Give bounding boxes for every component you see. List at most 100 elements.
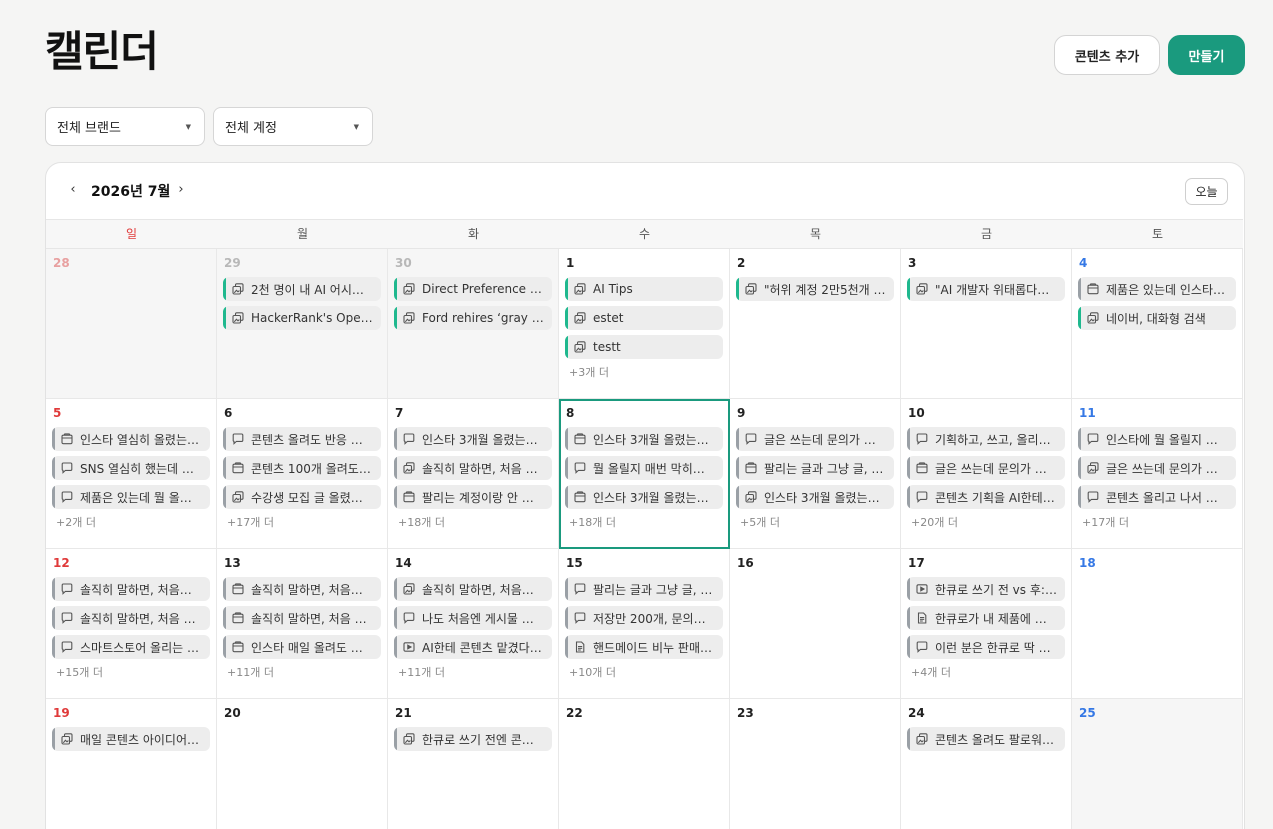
event-chip[interactable]: 글은 쓰는데 문의가 한 건도 bbox=[907, 456, 1065, 480]
next-month-button[interactable]: › bbox=[174, 182, 188, 197]
day-cell[interactable]: 19 매일 콘텐츠 아이디어가 없다면 bbox=[46, 699, 217, 829]
day-cell[interactable]: 9 글은 쓰는데 문의가 한 건도 팔리는 글과 그냥 글, 딱 하나 인스타 3개월… bbox=[730, 399, 901, 549]
day-cell[interactable]: 23 bbox=[730, 699, 901, 829]
account-filter-select[interactable]: 전체 계정 ▼ bbox=[213, 107, 373, 146]
event-chip[interactable]: 인스타에 뭘 올릴지 모를 때 bbox=[1078, 427, 1236, 451]
day-cell[interactable]: 1 AI Tips estet testt +3개 더 bbox=[559, 249, 730, 399]
event-chip[interactable]: 한큐로가 내 제품에 안 맞는다면 bbox=[907, 606, 1065, 630]
event-chip[interactable]: 제품은 있는데 뭘 올려야 할지 bbox=[52, 485, 210, 509]
event-chip[interactable]: 나도 처음엔 게시물 하나에 bbox=[394, 606, 552, 630]
event-chip[interactable]: AI한테 콘텐츠 맡겼다가 망한 bbox=[394, 635, 552, 659]
add-content-button[interactable]: 콘텐츠 추가 bbox=[1054, 35, 1160, 75]
event-title: 솔직히 말하면, 처음 6개월 bbox=[80, 611, 210, 626]
day-cell[interactable]: 6 콘텐츠 올려도 반응 없는 이유콘텐츠 100개 올려도 팔로워수강생 모집 … bbox=[217, 399, 388, 549]
day-cell[interactable]: 14 솔직히 말하면, 처음엔 저도 나도 처음엔 게시물 하나에 AI한테 콘텐츠 … bbox=[388, 549, 559, 699]
event-chip[interactable]: 글은 쓰는데 문의가 한 건도 bbox=[736, 427, 894, 451]
event-chip[interactable]: 네이버, 대화형 검색 bbox=[1078, 306, 1236, 330]
event-chip[interactable]: 이런 분은 한큐로 딱 맞습니다 bbox=[907, 635, 1065, 659]
event-chip[interactable]: 팔리는 글과 그냥 글, 딱 하나 bbox=[565, 577, 723, 601]
event-chip[interactable]: 콘텐츠 기획을 AI한테 맡겼더니 bbox=[907, 485, 1065, 509]
event-chip[interactable]: 글은 쓰는데 문의가 한 건도 bbox=[1078, 456, 1236, 480]
event-chip[interactable]: 한큐로 쓰기 전엔 콘텐츠 하나 bbox=[394, 727, 552, 751]
event-chip[interactable]: 솔직히 말하면, 처음 6개월 bbox=[52, 606, 210, 630]
more-events-link[interactable]: +17개 더 bbox=[223, 514, 381, 530]
event-chip[interactable]: 저장만 200개, 문의는 0개 bbox=[565, 606, 723, 630]
day-cell[interactable]: 15 팔리는 글과 그냥 글, 딱 하나 저장만 200개, 문의는 0개 핸드메이드… bbox=[559, 549, 730, 699]
event-chip[interactable]: 인스타 3개월 올렸는데 반응 bbox=[736, 485, 894, 509]
event-chip[interactable]: 2천 명이 내 AI 어시스턴트 bbox=[223, 277, 381, 301]
more-events-link[interactable]: +20개 더 bbox=[907, 514, 1065, 530]
event-chip[interactable]: 콘텐츠 올려도 팔로워가 안 bbox=[907, 727, 1065, 751]
event-chip[interactable]: 솔직히 말하면, 처음 6개월 bbox=[394, 456, 552, 480]
event-chip[interactable]: Direct Preference Optimization bbox=[394, 277, 552, 301]
more-events-link[interactable]: +17개 더 bbox=[1078, 514, 1236, 530]
more-events-link[interactable]: +11개 더 bbox=[394, 664, 552, 680]
create-button[interactable]: 만들기 bbox=[1168, 35, 1245, 75]
event-chip[interactable]: 매일 콘텐츠 아이디어가 없다면 bbox=[52, 727, 210, 751]
brand-filter-select[interactable]: 전체 브랜드 ▼ bbox=[45, 107, 205, 146]
event-chip[interactable]: 솔직히 말하면, 처음 6개월 bbox=[223, 606, 381, 630]
event-chip[interactable]: 제품은 있는데 인스타에 뭘 bbox=[1078, 277, 1236, 301]
event-chip[interactable]: 솔직히 말하면, 처음엔 저도 bbox=[52, 577, 210, 601]
day-cell[interactable]: 20 bbox=[217, 699, 388, 829]
event-chip[interactable]: SNS 열심히 했는데 매출이 bbox=[52, 456, 210, 480]
day-cell[interactable]: 5 인스타 열심히 올렸는데 반응 SNS 열심히 했는데 매출이 제품은 있는데 뭘… bbox=[46, 399, 217, 549]
event-chip[interactable]: 핸드메이드 비누 판매자의 bbox=[565, 635, 723, 659]
event-chip[interactable]: 콘텐츠 100개 올려도 팔로워 bbox=[223, 456, 381, 480]
day-cell[interactable]: 18 bbox=[1072, 549, 1243, 699]
event-chip[interactable]: 팔리는 글과 그냥 글, 딱 하나 bbox=[736, 456, 894, 480]
event-chip[interactable]: 인스타 열심히 올렸는데 반응 bbox=[52, 427, 210, 451]
prev-month-button[interactable]: ‹ bbox=[66, 182, 80, 197]
day-cell[interactable]: 11 인스타에 뭘 올릴지 모를 때 글은 쓰는데 문의가 한 건도 콘텐츠 올리고 … bbox=[1072, 399, 1243, 549]
event-chip[interactable]: testt bbox=[565, 335, 723, 359]
day-cell[interactable]: 2 "허위 계정 2만5천개 동원 bbox=[730, 249, 901, 399]
more-events-link[interactable]: +2개 더 bbox=[52, 514, 210, 530]
today-button[interactable]: 오늘 bbox=[1185, 178, 1228, 205]
day-cell[interactable]: 3 "AI 개발자 위태롭다더니 bbox=[901, 249, 1072, 399]
more-events-link[interactable]: +18개 더 bbox=[565, 514, 723, 530]
event-chip[interactable]: AI Tips bbox=[565, 277, 723, 301]
event-chip[interactable]: 스마트스토어 올리는 사장님 bbox=[52, 635, 210, 659]
event-chip[interactable]: "AI 개발자 위태롭다더니 bbox=[907, 277, 1065, 301]
more-events-link[interactable]: +5개 더 bbox=[736, 514, 894, 530]
day-cell-today[interactable]: 8 인스타 3개월 올렸는데 팔로워뭘 올릴지 매번 막히는 사람인스타 3개월 … bbox=[559, 399, 730, 549]
more-events-link[interactable]: +10개 더 bbox=[565, 664, 723, 680]
event-chip[interactable]: 뭘 올릴지 매번 막히는 사람 bbox=[565, 456, 723, 480]
event-chip[interactable]: 콘텐츠 올리고 나서 봐야 할 bbox=[1078, 485, 1236, 509]
day-cell[interactable]: 16 bbox=[730, 549, 901, 699]
event-chip[interactable]: 한큐로 쓰기 전 vs 후: 1주일 bbox=[907, 577, 1065, 601]
event-chip[interactable]: 솔직히 말하면, 처음엔 저도 bbox=[394, 577, 552, 601]
event-chip[interactable]: estet bbox=[565, 306, 723, 330]
day-cell[interactable]: 30 Direct Preference Optimization Ford reh… bbox=[388, 249, 559, 399]
day-cell[interactable]: 29 2천 명이 내 AI 어시스턴트 HackerRank's Open-sour… bbox=[217, 249, 388, 399]
more-events-link[interactable]: +11개 더 bbox=[223, 664, 381, 680]
day-cell[interactable]: 22 bbox=[559, 699, 730, 829]
event-chip[interactable]: 팔리는 계정이랑 안 팔리는 bbox=[394, 485, 552, 509]
more-events-link[interactable]: +4개 더 bbox=[907, 664, 1065, 680]
day-cell[interactable]: 25 bbox=[1072, 699, 1243, 829]
day-cell[interactable]: 10 기획하고, 쓰고, 올리고, 반복 글은 쓰는데 문의가 한 건도 콘텐츠 기획… bbox=[901, 399, 1072, 549]
day-cell[interactable]: 24 콘텐츠 올려도 팔로워가 안 bbox=[901, 699, 1072, 829]
event-chip[interactable]: 인스타 3개월 올렸는데 팔로워 bbox=[394, 427, 552, 451]
day-cell[interactable]: 28 bbox=[46, 249, 217, 399]
event-chip[interactable]: 수강생 모집 글 올렸는데 반응 bbox=[223, 485, 381, 509]
day-cell[interactable]: 21 한큐로 쓰기 전엔 콘텐츠 하나 bbox=[388, 699, 559, 829]
day-cell[interactable]: 17 한큐로 쓰기 전 vs 후: 1주일한큐로가 내 제품에 안 맞는다면이런 … bbox=[901, 549, 1072, 699]
more-events-link[interactable]: +15개 더 bbox=[52, 664, 210, 680]
event-title: 인스타 열심히 올렸는데 반응 bbox=[80, 432, 210, 447]
more-events-link[interactable]: +3개 더 bbox=[565, 364, 723, 380]
event-chip[interactable]: HackerRank's Open-source bbox=[223, 306, 381, 330]
event-chip[interactable]: 인스타 매일 올려도 팔리지 bbox=[223, 635, 381, 659]
event-chip[interactable]: "허위 계정 2만5천개 동원 bbox=[736, 277, 894, 301]
event-chip[interactable]: 인스타 3개월 올렸는데 반응 bbox=[565, 485, 723, 509]
event-chip[interactable]: 기획하고, 쓰고, 올리고, 반복 bbox=[907, 427, 1065, 451]
day-cell[interactable]: 4 제품은 있는데 인스타에 뭘 네이버, 대화형 검색 bbox=[1072, 249, 1243, 399]
event-chip[interactable]: 솔직히 말하면, 처음엔 저도 bbox=[223, 577, 381, 601]
event-chip[interactable]: 콘텐츠 올려도 반응 없는 이유 bbox=[223, 427, 381, 451]
day-cell[interactable]: 13 솔직히 말하면, 처음엔 저도 솔직히 말하면, 처음 6개월 인스타 매일 올… bbox=[217, 549, 388, 699]
event-chip[interactable]: 인스타 3개월 올렸는데 팔로워 bbox=[565, 427, 723, 451]
event-chip[interactable]: Ford rehires ‘gray beards’ bbox=[394, 306, 552, 330]
more-events-link[interactable]: +18개 더 bbox=[394, 514, 552, 530]
day-cell[interactable]: 7 인스타 3개월 올렸는데 팔로워솔직히 말하면, 처음 6개월팔리는 계정이랑… bbox=[388, 399, 559, 549]
day-cell[interactable]: 12 솔직히 말하면, 처음엔 저도 솔직히 말하면, 처음 6개월 스마트스토어 올… bbox=[46, 549, 217, 699]
